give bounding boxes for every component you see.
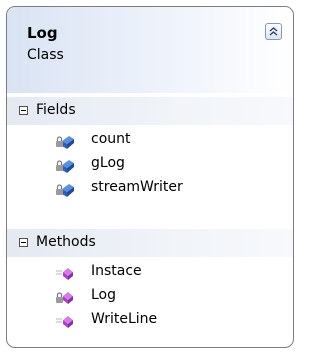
- public-method-icon: [56, 268, 73, 280]
- field-row-streamwriter[interactable]: streamWriter: [7, 177, 293, 201]
- method-label: Instace: [91, 263, 142, 279]
- public-method-icon: [56, 316, 73, 328]
- fields-section-header[interactable]: Fields: [7, 97, 293, 125]
- collapse-methods-toggle[interactable]: [19, 238, 28, 247]
- field-row-count[interactable]: count: [7, 129, 293, 153]
- class-box: Log Class Fields count gLog streamWriter…: [6, 6, 294, 348]
- field-label: count: [91, 131, 131, 147]
- collapse-button[interactable]: [265, 23, 282, 40]
- class-name: Log: [27, 24, 58, 42]
- private-field-icon: [56, 136, 74, 149]
- field-row-glog[interactable]: gLog: [7, 153, 293, 177]
- method-row-log[interactable]: Log: [7, 285, 293, 309]
- private-method-icon: [56, 292, 73, 304]
- private-field-icon: [56, 160, 74, 173]
- class-header: Log Class: [7, 7, 293, 93]
- methods-label: Methods: [36, 234, 96, 250]
- method-row-instace[interactable]: Instace: [7, 261, 293, 285]
- class-body: Fields count gLog streamWriter Methods I…: [7, 93, 293, 347]
- field-label: gLog: [91, 155, 125, 171]
- method-label: WriteLine: [91, 311, 158, 327]
- chevron-up-icon: [269, 27, 278, 36]
- private-field-icon: [56, 184, 74, 197]
- field-label: streamWriter: [91, 179, 183, 195]
- class-kind: Class: [27, 47, 64, 63]
- methods-section-header[interactable]: Methods: [7, 229, 293, 257]
- fields-label: Fields: [36, 102, 76, 118]
- method-row-writeline[interactable]: WriteLine: [7, 309, 293, 333]
- collapse-fields-toggle[interactable]: [19, 106, 28, 115]
- method-label: Log: [91, 287, 117, 303]
